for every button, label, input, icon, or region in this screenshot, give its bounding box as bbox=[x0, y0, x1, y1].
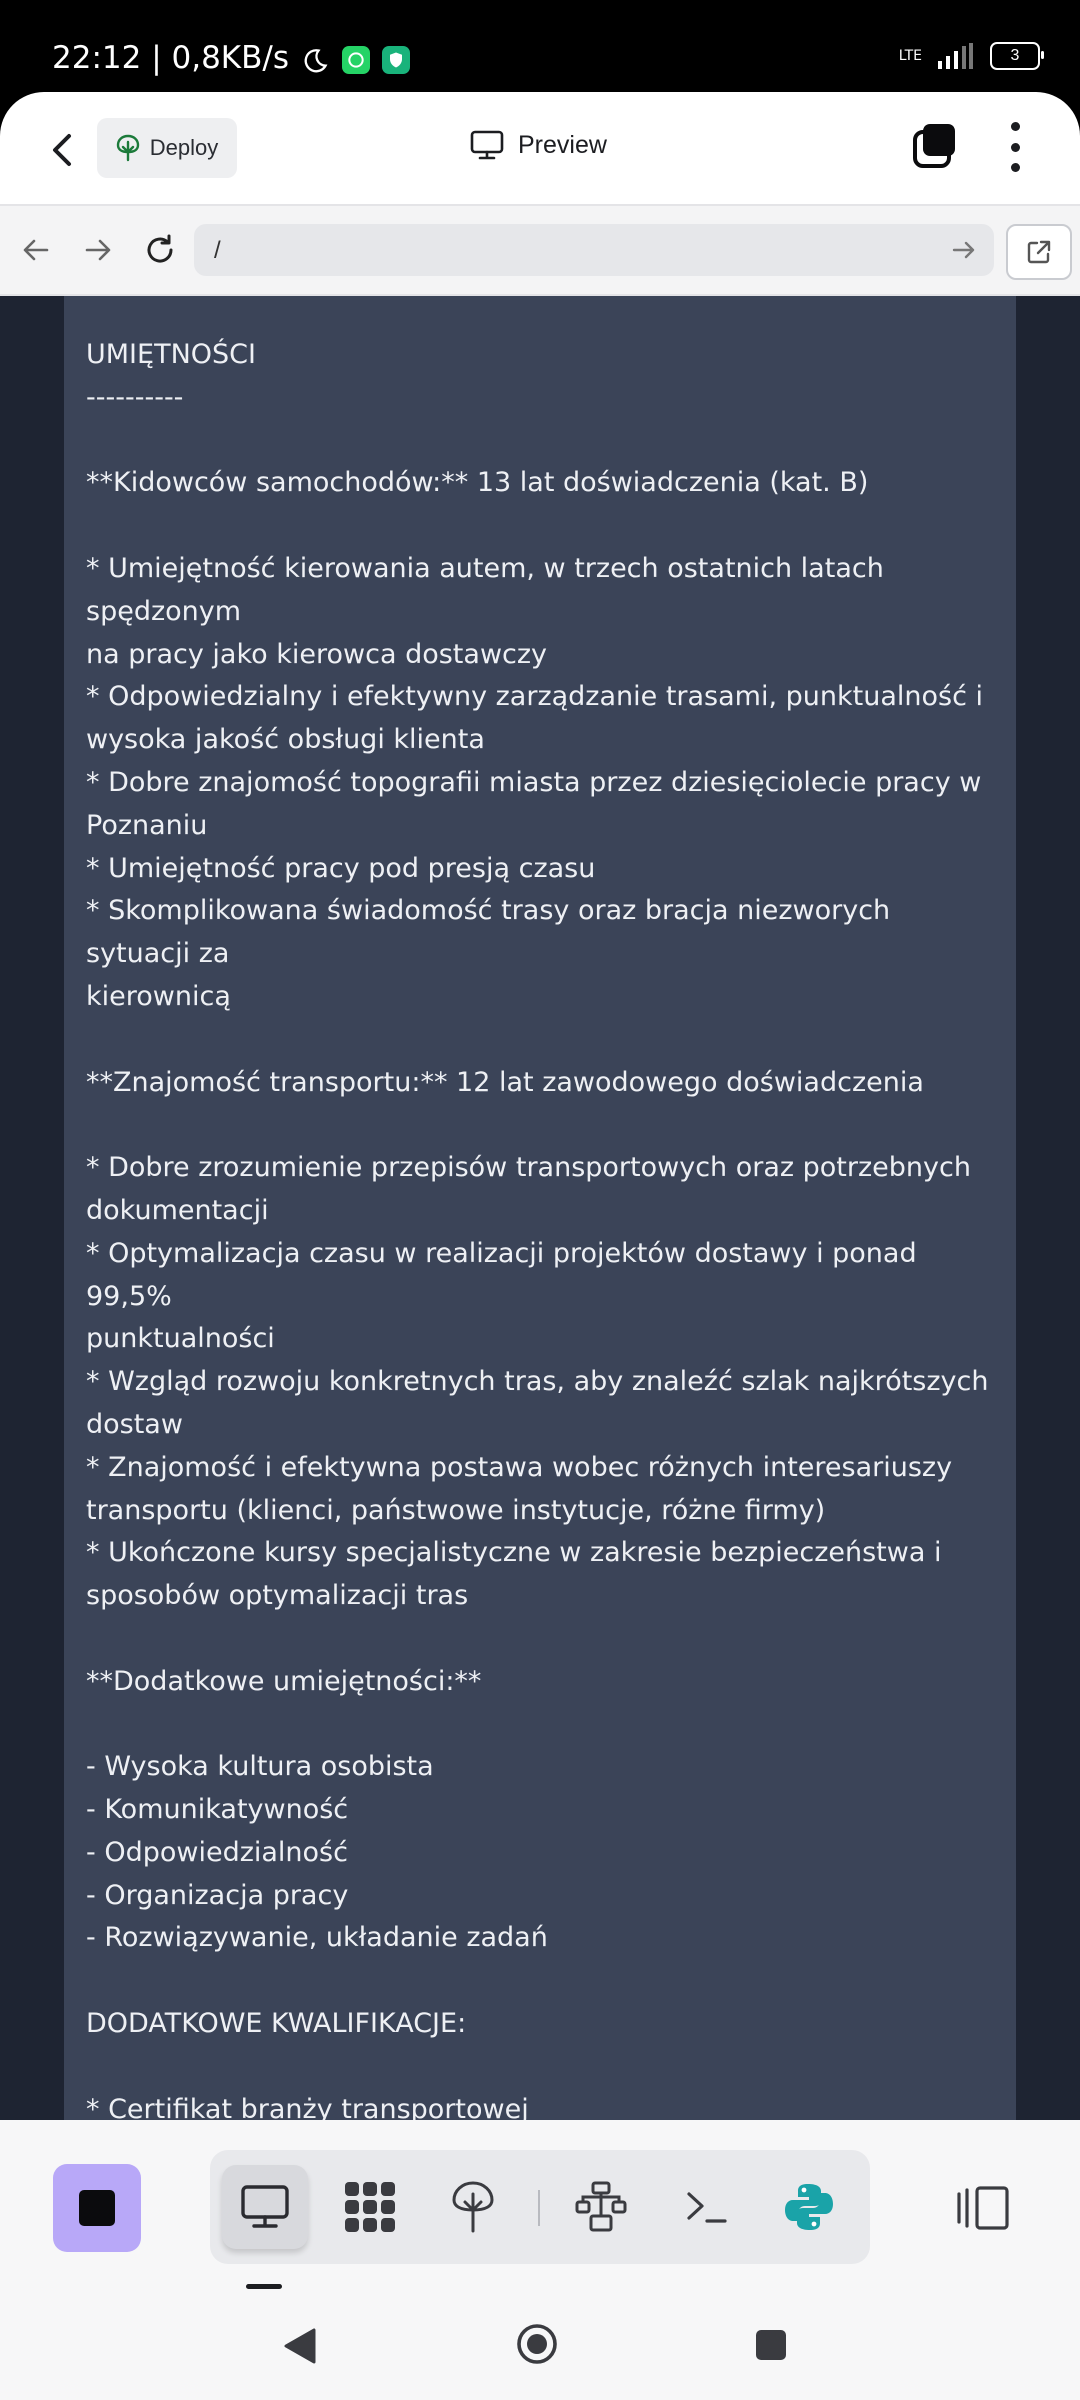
panel-toggle-icon[interactable] bbox=[955, 2184, 1011, 2232]
stop-icon bbox=[79, 2190, 115, 2226]
reload-button[interactable] bbox=[140, 230, 180, 270]
document-line: * Dobre zrozumienie przepisów transporto… bbox=[86, 1152, 971, 1184]
url-text: / bbox=[214, 237, 221, 264]
monitor-icon bbox=[470, 130, 504, 160]
document-line: sposobów optymalizacji tras bbox=[86, 1580, 469, 1612]
system-navigation bbox=[0, 2294, 1080, 2400]
document-line: - Odpowiedzialność bbox=[86, 1836, 348, 1868]
monitor-icon bbox=[241, 2185, 289, 2228]
toolbar-divider bbox=[538, 2190, 540, 2226]
preview-label: Preview bbox=[518, 130, 607, 159]
document-line: * Optymalizacja czasu w realizacji proje… bbox=[86, 1237, 926, 1312]
document-line: dokumentacji bbox=[86, 1194, 269, 1226]
open-external-button[interactable] bbox=[1006, 224, 1072, 280]
status-time: 22:12 | 0,8KB/s bbox=[52, 40, 289, 76]
document-line: UMIĘTNOŚCI bbox=[86, 339, 256, 370]
deploy-button[interactable]: Deploy bbox=[97, 118, 237, 178]
terminal-icon bbox=[687, 2192, 727, 2223]
whatsapp-icon bbox=[342, 46, 370, 74]
document-line: Poznaniu bbox=[86, 809, 208, 841]
tool-preview[interactable] bbox=[222, 2165, 308, 2249]
status-icons bbox=[300, 46, 410, 76]
document-line: - Organizacja pracy bbox=[86, 1879, 349, 1911]
preview-content: UMIĘTNOŚCI ---------- **Kidowców samochodó… bbox=[0, 296, 1080, 2120]
network-icon bbox=[575, 2181, 627, 2232]
tool-deploy[interactable] bbox=[430, 2165, 516, 2249]
document-line: * Ukończone kursy specjalistyczne w zakr… bbox=[86, 1537, 942, 1569]
document-line: transportu (klienci, państwowe instytucj… bbox=[86, 1494, 826, 1526]
status-right: LTE 3 bbox=[898, 42, 1044, 70]
nav-forward-button[interactable] bbox=[78, 230, 118, 270]
address-bar: / bbox=[0, 206, 1080, 296]
chevron-left-icon bbox=[53, 134, 71, 166]
nav-back-button[interactable] bbox=[16, 230, 56, 270]
go-arrow-icon[interactable] bbox=[950, 236, 978, 264]
tabs-icon[interactable] bbox=[913, 124, 957, 168]
app-header: Deploy Preview bbox=[0, 92, 1080, 206]
battery-icon: 3 bbox=[990, 42, 1044, 70]
reload-icon bbox=[147, 234, 173, 263]
external-link-icon bbox=[1027, 240, 1051, 264]
arrow-left-icon bbox=[23, 239, 49, 261]
document-line: * Znajomość i efektywna postawa wobec ró… bbox=[86, 1451, 953, 1483]
back-button[interactable] bbox=[40, 128, 84, 172]
document-panel: UMIĘTNOŚCI ---------- **Kidowców samochodó… bbox=[64, 296, 1016, 2120]
document-line: - Rozwiązywanie, układanie zadań bbox=[86, 1922, 548, 1954]
document-line: punktualności bbox=[86, 1323, 275, 1355]
document-line: ---------- bbox=[86, 381, 184, 413]
document-line: wysoka jakość obsługi klienta bbox=[86, 724, 485, 756]
document-line: **Dodatkowe umiejętności:** bbox=[86, 1665, 482, 1697]
system-back-icon[interactable] bbox=[282, 2326, 318, 2366]
document-line: * Skomplikowana świadomość trasy oraz br… bbox=[86, 895, 899, 970]
document-line: * Umiejętność pracy pod presją czasu bbox=[86, 852, 596, 884]
document-line: * Certifikat branży transportowej bbox=[86, 2093, 529, 2120]
document-line: * Odpowiedzialny i efektywny zarządzanie… bbox=[86, 681, 984, 713]
document-line: - Komunikatywność bbox=[86, 1794, 349, 1826]
tool-python[interactable] bbox=[766, 2165, 852, 2249]
document-line: kierownicą bbox=[86, 980, 231, 1012]
document-line: * Umiejętność kierowania autem, w trzech… bbox=[86, 552, 893, 627]
tool-packages[interactable] bbox=[328, 2165, 414, 2249]
document-line: **Kidowców samochodów:** 13 lat doświadc… bbox=[86, 467, 869, 499]
deploy-icon bbox=[452, 2181, 494, 2233]
system-home-icon[interactable] bbox=[515, 2322, 559, 2366]
document-line: * Wzgląd rozwoju konkretnych tras, aby z… bbox=[86, 1366, 989, 1398]
document-line: DODATKOWE KWALIFIKACJE: bbox=[86, 2008, 467, 2040]
signal-icon bbox=[938, 43, 973, 69]
arrow-right-icon bbox=[85, 239, 111, 261]
tool-network[interactable] bbox=[558, 2165, 644, 2249]
stop-button[interactable] bbox=[53, 2164, 141, 2252]
tool-group bbox=[210, 2150, 870, 2264]
python-icon bbox=[785, 2184, 833, 2230]
shield-icon bbox=[382, 46, 410, 74]
document-line: - Wysoka kultura osobista bbox=[86, 1751, 434, 1783]
bottom-toolbar bbox=[0, 2120, 1080, 2294]
packages-icon bbox=[345, 2182, 395, 2232]
tool-shell[interactable] bbox=[664, 2165, 750, 2249]
document-line: dostaw bbox=[86, 1408, 183, 1440]
system-recents-icon[interactable] bbox=[756, 2330, 786, 2360]
status-bar: 22:12 | 0,8KB/s LTE 3 bbox=[0, 0, 1080, 100]
active-tab-indicator bbox=[246, 2284, 282, 2289]
deploy-icon bbox=[116, 134, 139, 162]
document-text: UMIĘTNOŚCI ---------- **Kidowców samochodó… bbox=[86, 334, 996, 2120]
more-menu-icon[interactable] bbox=[1003, 122, 1027, 172]
moon-icon bbox=[300, 46, 330, 76]
battery-level: 3 bbox=[1010, 47, 1020, 64]
document-line: * Dobre znajomość topografii miasta prze… bbox=[86, 766, 982, 798]
deploy-label: Deploy bbox=[149, 135, 219, 160]
preview-tab[interactable]: Preview bbox=[470, 130, 607, 160]
document-line: na pracy jako kierowca dostawczy bbox=[86, 638, 548, 670]
document-line: **Znajomość transportu:** 12 lat zawodow… bbox=[86, 1066, 924, 1098]
url-input[interactable]: / bbox=[194, 224, 994, 276]
network-type: LTE bbox=[898, 48, 922, 64]
